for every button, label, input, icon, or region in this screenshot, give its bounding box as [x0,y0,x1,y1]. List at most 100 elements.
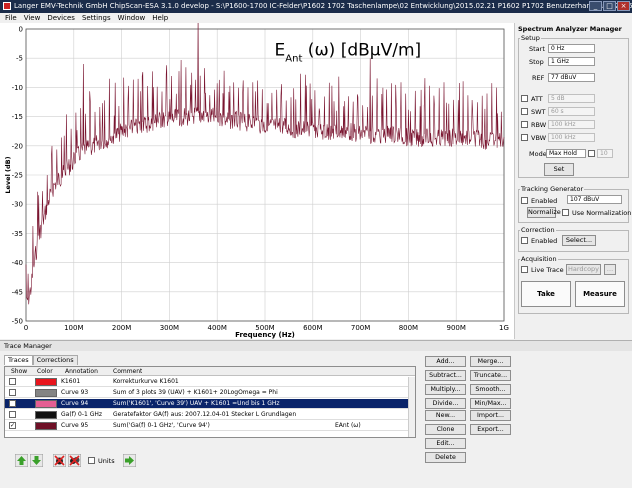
menu-window[interactable]: Window [118,13,146,23]
spectrum-plot[interactable]: 0 100M 200M 300M 400M 500M 600M 700M 800M 900M 1G 0… [0,23,514,339]
units-checkbox[interactable] [88,457,95,464]
trace-color-swatch[interactable] [35,378,57,386]
trace-color-swatch[interactable] [35,389,57,397]
maximize-button[interactable]: □ [603,1,616,11]
import-button[interactable]: Import... [470,410,511,421]
swt-checkbox[interactable] [521,108,528,115]
move-down-icon[interactable] [30,454,43,467]
table-row[interactable]: K1601 Korrekturkurve K1601 [5,377,415,387]
use-normalization-checkbox[interactable] [562,209,569,216]
trace-color-swatch[interactable] [35,400,57,408]
add-button[interactable]: Add... [425,356,466,367]
header-annotation[interactable]: Annotation [65,367,98,376]
y-tick-label: -20 [12,142,23,150]
table-row[interactable]: Curve 93 Sum of 3 plots 39 (UAV) + K1601+… [5,388,415,398]
start-field[interactable]: 0 Hz [548,44,595,53]
header-comment[interactable]: Comment [113,367,142,376]
new-button[interactable]: New... [425,410,466,421]
subtract-button[interactable]: Subtract... [425,370,466,381]
take-button[interactable]: Take [521,281,571,307]
stop-field[interactable]: 1 GHz [548,57,595,66]
setup-label: Setup [520,34,541,42]
table-row[interactable]: Curve 94 Sum('K1601', 'Curve 39') UAV + K… [5,399,415,409]
tab-corrections[interactable]: Corrections [32,355,78,365]
live-trace-checkbox[interactable] [521,266,528,273]
export-button[interactable]: Export... [470,424,511,435]
show-checkbox[interactable] [9,389,16,396]
normalize-button[interactable]: Normalize [527,207,561,218]
y-tick-label: 0 [19,26,23,34]
y-tick-label: -25 [12,172,23,180]
trace-color-swatch[interactable] [35,422,57,430]
measure-button[interactable]: Measure [575,281,625,307]
corr-enabled-checkbox[interactable] [521,237,528,244]
delete-trace-icon[interactable] [53,454,66,467]
trace-annotation: Ga(f) 0-1 GHz [61,411,103,418]
att-checkbox[interactable] [521,95,528,102]
trace-color-swatch[interactable] [35,411,57,419]
menu-view[interactable]: View [24,13,41,23]
tab-traces[interactable]: Traces [4,355,33,365]
menu-bar: File View Devices Settings Window Help [0,13,514,23]
acquisition-label: Acquisition [520,255,558,263]
correction-select-button[interactable]: Select... [562,235,596,246]
chart-title: EAnt (ω) [dBµV/m] [275,40,422,64]
set-button[interactable]: Set [544,163,574,176]
correction-label: Correction [520,226,556,234]
minimize-button[interactable]: _ [589,1,602,11]
delete-button[interactable]: Delete [425,452,466,463]
att-label: ATT [531,95,543,103]
att-field[interactable]: 5 dB [548,94,595,103]
table-row[interactable]: ✓ Curve 95 Sum('Ga(f) 0-1 GHz', 'Curve 94'… [5,421,415,431]
mode-count-field[interactable]: 10 [597,149,613,158]
hardcopy-button[interactable]: Hardcopy [566,264,601,275]
corr-enabled-label: Enabled [531,237,558,245]
show-checkbox[interactable] [9,400,16,407]
tg-enabled-label: Enabled [531,197,558,205]
vbw-field[interactable]: 100 kHz [548,133,595,142]
mode-count-checkbox[interactable] [588,150,595,157]
arrow-right-icon[interactable] [123,454,136,467]
rbw-checkbox[interactable] [521,121,528,128]
y-tick-label: -40 [12,259,23,267]
table-scrollbar[interactable] [408,377,415,437]
smooth-button[interactable]: Smooth... [470,384,511,395]
header-show[interactable]: Show [11,367,27,376]
edit-button[interactable]: Edit... [425,438,466,449]
x-tick-label: 600M [303,324,322,332]
y-tick-label: -10 [12,84,23,92]
delete-all-traces-icon[interactable] [68,454,81,467]
tg-level-field[interactable]: 107 dBuV [567,195,622,204]
hardcopy-options-button[interactable]: … [604,264,616,275]
y-tick-label: -5 [16,55,23,63]
menu-help[interactable]: Help [152,13,168,23]
menu-settings[interactable]: Settings [82,13,111,23]
divide-button[interactable]: Divide... [425,398,466,409]
show-checkbox[interactable] [9,378,16,385]
traces-table: Show Color Annotation Comment K1601 Korre… [4,366,416,438]
x-tick-label: 400M [207,324,226,332]
header-color[interactable]: Color [37,367,53,376]
menu-file[interactable]: File [5,13,17,23]
mode-select[interactable]: Max Hold [546,149,586,158]
y-axis-label: Level (dB) [4,156,12,193]
trace-comment: Sum of 3 plots 39 (UAV) + K1601+ 20LogOm… [113,389,278,396]
multiply-button[interactable]: Multiply... [425,384,466,395]
truncate-button[interactable]: Truncate... [470,370,511,381]
show-checkbox[interactable] [9,411,16,418]
move-up-icon[interactable] [15,454,28,467]
show-checkbox[interactable]: ✓ [9,422,16,429]
menu-devices[interactable]: Devices [47,13,75,23]
clone-button[interactable]: Clone [425,424,466,435]
trace-comment: Sum('Ga(f) 0-1 GHz', 'Curve 94') [113,422,210,429]
swt-field[interactable]: 60 s [548,107,595,116]
tg-enabled-checkbox[interactable] [521,197,528,204]
vbw-checkbox[interactable] [521,134,528,141]
close-button[interactable]: × [617,1,630,11]
x-tick-label: 200M [112,324,131,332]
ref-field[interactable]: 77 dBuV [548,73,595,82]
table-row[interactable]: Ga(f) 0-1 GHz Geratefaktor GA(f) aus: 200… [5,410,415,420]
min-max-button[interactable]: Min/Max... [470,398,511,409]
merge-button[interactable]: Merge... [470,356,511,367]
rbw-field[interactable]: 100 kHz [548,120,595,129]
